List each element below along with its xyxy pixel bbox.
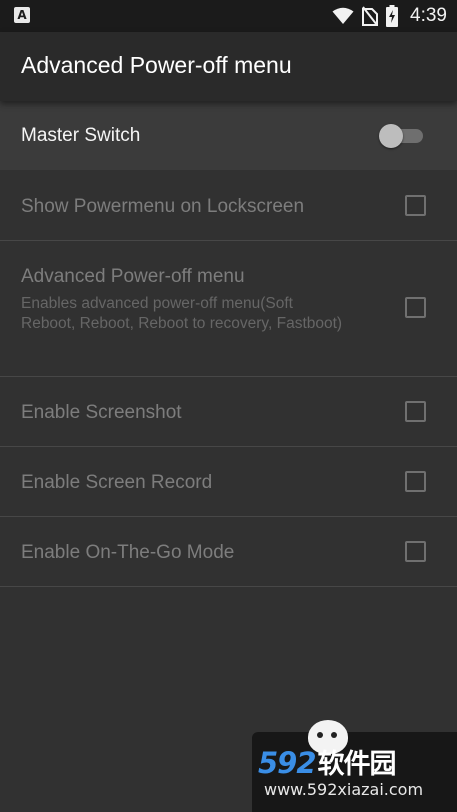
pref-advanced-power-off-menu[interactable]: Advanced Power-off menu Enables advanced… [0, 241, 457, 377]
pref-title: Enable On-The-Go Mode [21, 542, 235, 563]
app-notification-icon: A [14, 7, 30, 23]
app-bar: Advanced Power-off menu [0, 32, 457, 101]
wifi-icon [332, 7, 354, 25]
status-bar: A 4:39 [0, 0, 457, 32]
no-sim-icon [362, 6, 379, 26]
watermark-url: www.592xiazai.com [264, 780, 424, 799]
status-icons: 4:39 [332, 4, 447, 28]
switch-thumb [379, 124, 403, 148]
master-switch-toggle[interactable] [379, 124, 424, 148]
preference-list: Show Powermenu on Lockscreen Advanced Po… [0, 171, 457, 587]
status-time: 4:39 [410, 5, 447, 26]
screen: A 4:39 Advanced Power-off menu Master Sw… [0, 0, 457, 812]
watermark-brand-number: 592 [258, 746, 317, 780]
battery-charging-icon [386, 5, 399, 27]
pref-enable-screen-record[interactable]: Enable Screen Record [0, 447, 457, 517]
checkbox[interactable] [405, 471, 426, 492]
pref-title: Enable Screen Record [21, 472, 213, 493]
pref-title: Advanced Power-off menu [21, 266, 245, 287]
checkbox[interactable] [405, 297, 426, 318]
checkbox[interactable] [405, 195, 426, 216]
pref-summary: Enables advanced power-off menu(Soft Reb… [21, 295, 343, 332]
pref-show-powermenu-lockscreen[interactable]: Show Powermenu on Lockscreen [0, 171, 457, 241]
pref-enable-screenshot[interactable]: Enable Screenshot [0, 377, 457, 447]
page-title: Advanced Power-off menu [21, 52, 292, 78]
checkbox[interactable] [405, 401, 426, 422]
pref-title: Enable Screenshot [21, 402, 182, 423]
pref-enable-on-the-go-mode[interactable]: Enable On-The-Go Mode [0, 517, 457, 587]
pref-title: Show Powermenu on Lockscreen [21, 196, 305, 217]
master-switch-label: Master Switch [21, 125, 141, 146]
watermark-brand-cn: 软件园 [317, 749, 397, 780]
watermark-brand: 592软件园 [258, 742, 397, 781]
watermark-logo: 592软件园 www.592xiazai.com [252, 718, 457, 812]
checkbox[interactable] [405, 541, 426, 562]
